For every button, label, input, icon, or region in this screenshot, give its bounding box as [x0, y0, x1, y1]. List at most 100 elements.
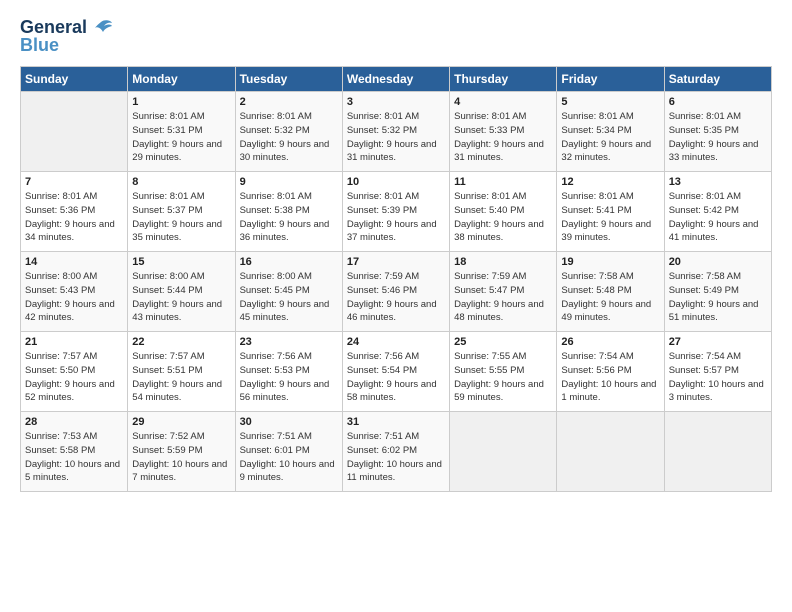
- calendar-cell: 26 Sunrise: 7:54 AM Sunset: 5:56 PM Dayl…: [557, 332, 664, 412]
- sunrise-label: Sunrise: 7:57 AM: [25, 351, 97, 362]
- sunset-label: Sunset: 5:44 PM: [132, 285, 202, 296]
- page-container: General Blue SundayMondayTuesdayWednesda…: [0, 0, 792, 502]
- daylight-label: Daylight: 9 hours and 42 minutes.: [25, 299, 115, 324]
- sunrise-label: Sunrise: 8:01 AM: [561, 111, 633, 122]
- daylight-label: Daylight: 10 hours and 11 minutes.: [347, 459, 442, 484]
- day-number: 10: [347, 176, 445, 188]
- day-number: 12: [561, 176, 659, 188]
- sunrise-label: Sunrise: 8:01 AM: [561, 191, 633, 202]
- calendar-cell: 29 Sunrise: 7:52 AM Sunset: 5:59 PM Dayl…: [128, 412, 235, 492]
- sunrise-label: Sunrise: 8:01 AM: [347, 111, 419, 122]
- logo-blue: Blue: [20, 36, 59, 54]
- sunrise-label: Sunrise: 7:56 AM: [347, 351, 419, 362]
- daylight-label: Daylight: 9 hours and 39 minutes.: [561, 219, 651, 244]
- day-number: 11: [454, 176, 552, 188]
- day-info: Sunrise: 8:00 AM Sunset: 5:45 PM Dayligh…: [240, 270, 338, 325]
- sunset-label: Sunset: 5:50 PM: [25, 365, 95, 376]
- sunrise-label: Sunrise: 7:53 AM: [25, 431, 97, 442]
- calendar-cell: 28 Sunrise: 7:53 AM Sunset: 5:58 PM Dayl…: [21, 412, 128, 492]
- day-header-sunday: Sunday: [21, 67, 128, 92]
- day-number: 13: [669, 176, 767, 188]
- day-number: 9: [240, 176, 338, 188]
- sunset-label: Sunset: 5:39 PM: [347, 205, 417, 216]
- day-info: Sunrise: 7:53 AM Sunset: 5:58 PM Dayligh…: [25, 430, 123, 485]
- day-info: Sunrise: 8:01 AM Sunset: 5:41 PM Dayligh…: [561, 190, 659, 245]
- day-number: 19: [561, 256, 659, 268]
- calendar-header-row: SundayMondayTuesdayWednesdayThursdayFrid…: [21, 67, 772, 92]
- day-number: 18: [454, 256, 552, 268]
- logo-general: General: [20, 17, 87, 37]
- day-info: Sunrise: 7:57 AM Sunset: 5:50 PM Dayligh…: [25, 350, 123, 405]
- day-info: Sunrise: 8:00 AM Sunset: 5:43 PM Dayligh…: [25, 270, 123, 325]
- daylight-label: Daylight: 9 hours and 35 minutes.: [132, 219, 222, 244]
- daylight-label: Daylight: 9 hours and 48 minutes.: [454, 299, 544, 324]
- calendar-cell: 20 Sunrise: 7:58 AM Sunset: 5:49 PM Dayl…: [664, 252, 771, 332]
- day-number: 20: [669, 256, 767, 268]
- day-number: 26: [561, 336, 659, 348]
- calendar-cell: 5 Sunrise: 8:01 AM Sunset: 5:34 PM Dayli…: [557, 92, 664, 172]
- day-number: 2: [240, 96, 338, 108]
- calendar-cell: [664, 412, 771, 492]
- sunset-label: Sunset: 5:40 PM: [454, 205, 524, 216]
- day-number: 25: [454, 336, 552, 348]
- sunrise-label: Sunrise: 7:56 AM: [240, 351, 312, 362]
- day-info: Sunrise: 8:01 AM Sunset: 5:36 PM Dayligh…: [25, 190, 123, 245]
- sunset-label: Sunset: 5:41 PM: [561, 205, 631, 216]
- calendar-cell: 22 Sunrise: 7:57 AM Sunset: 5:51 PM Dayl…: [128, 332, 235, 412]
- day-info: Sunrise: 8:01 AM Sunset: 5:35 PM Dayligh…: [669, 110, 767, 165]
- sunrise-label: Sunrise: 8:00 AM: [240, 271, 312, 282]
- day-info: Sunrise: 8:01 AM Sunset: 5:42 PM Dayligh…: [669, 190, 767, 245]
- calendar-cell: [557, 412, 664, 492]
- day-number: 15: [132, 256, 230, 268]
- sunrise-label: Sunrise: 7:52 AM: [132, 431, 204, 442]
- calendar-week-row: 7 Sunrise: 8:01 AM Sunset: 5:36 PM Dayli…: [21, 172, 772, 252]
- sunset-label: Sunset: 5:58 PM: [25, 445, 95, 456]
- sunset-label: Sunset: 5:49 PM: [669, 285, 739, 296]
- daylight-label: Daylight: 9 hours and 46 minutes.: [347, 299, 437, 324]
- sunset-label: Sunset: 5:45 PM: [240, 285, 310, 296]
- day-header-thursday: Thursday: [450, 67, 557, 92]
- daylight-label: Daylight: 9 hours and 31 minutes.: [454, 139, 544, 164]
- sunset-label: Sunset: 5:31 PM: [132, 125, 202, 136]
- sunset-label: Sunset: 5:37 PM: [132, 205, 202, 216]
- day-info: Sunrise: 7:59 AM Sunset: 5:47 PM Dayligh…: [454, 270, 552, 325]
- calendar-cell: 15 Sunrise: 8:00 AM Sunset: 5:44 PM Dayl…: [128, 252, 235, 332]
- sunset-label: Sunset: 5:32 PM: [240, 125, 310, 136]
- day-number: 5: [561, 96, 659, 108]
- calendar-cell: 21 Sunrise: 7:57 AM Sunset: 5:50 PM Dayl…: [21, 332, 128, 412]
- daylight-label: Daylight: 10 hours and 3 minutes.: [669, 379, 764, 404]
- sunset-label: Sunset: 5:47 PM: [454, 285, 524, 296]
- calendar-cell: [21, 92, 128, 172]
- sunset-label: Sunset: 5:36 PM: [25, 205, 95, 216]
- daylight-label: Daylight: 10 hours and 9 minutes.: [240, 459, 335, 484]
- sunset-label: Sunset: 5:53 PM: [240, 365, 310, 376]
- daylight-label: Daylight: 9 hours and 43 minutes.: [132, 299, 222, 324]
- sunrise-label: Sunrise: 8:01 AM: [454, 111, 526, 122]
- day-info: Sunrise: 8:01 AM Sunset: 5:32 PM Dayligh…: [347, 110, 445, 165]
- day-number: 28: [25, 416, 123, 428]
- sunrise-label: Sunrise: 7:59 AM: [454, 271, 526, 282]
- sunrise-label: Sunrise: 8:01 AM: [132, 191, 204, 202]
- day-number: 1: [132, 96, 230, 108]
- day-number: 6: [669, 96, 767, 108]
- daylight-label: Daylight: 9 hours and 45 minutes.: [240, 299, 330, 324]
- day-info: Sunrise: 7:54 AM Sunset: 5:57 PM Dayligh…: [669, 350, 767, 405]
- sunset-label: Sunset: 5:46 PM: [347, 285, 417, 296]
- day-info: Sunrise: 8:01 AM Sunset: 5:32 PM Dayligh…: [240, 110, 338, 165]
- day-info: Sunrise: 7:54 AM Sunset: 5:56 PM Dayligh…: [561, 350, 659, 405]
- daylight-label: Daylight: 9 hours and 38 minutes.: [454, 219, 544, 244]
- calendar-cell: 31 Sunrise: 7:51 AM Sunset: 6:02 PM Dayl…: [342, 412, 449, 492]
- day-info: Sunrise: 7:56 AM Sunset: 5:54 PM Dayligh…: [347, 350, 445, 405]
- day-info: Sunrise: 8:01 AM Sunset: 5:31 PM Dayligh…: [132, 110, 230, 165]
- day-number: 17: [347, 256, 445, 268]
- day-number: 8: [132, 176, 230, 188]
- day-number: 29: [132, 416, 230, 428]
- day-info: Sunrise: 7:59 AM Sunset: 5:46 PM Dayligh…: [347, 270, 445, 325]
- sunset-label: Sunset: 5:57 PM: [669, 365, 739, 376]
- daylight-label: Daylight: 9 hours and 30 minutes.: [240, 139, 330, 164]
- daylight-label: Daylight: 9 hours and 41 minutes.: [669, 219, 759, 244]
- day-info: Sunrise: 7:58 AM Sunset: 5:48 PM Dayligh…: [561, 270, 659, 325]
- calendar-cell: 1 Sunrise: 8:01 AM Sunset: 5:31 PM Dayli…: [128, 92, 235, 172]
- day-number: 31: [347, 416, 445, 428]
- daylight-label: Daylight: 9 hours and 49 minutes.: [561, 299, 651, 324]
